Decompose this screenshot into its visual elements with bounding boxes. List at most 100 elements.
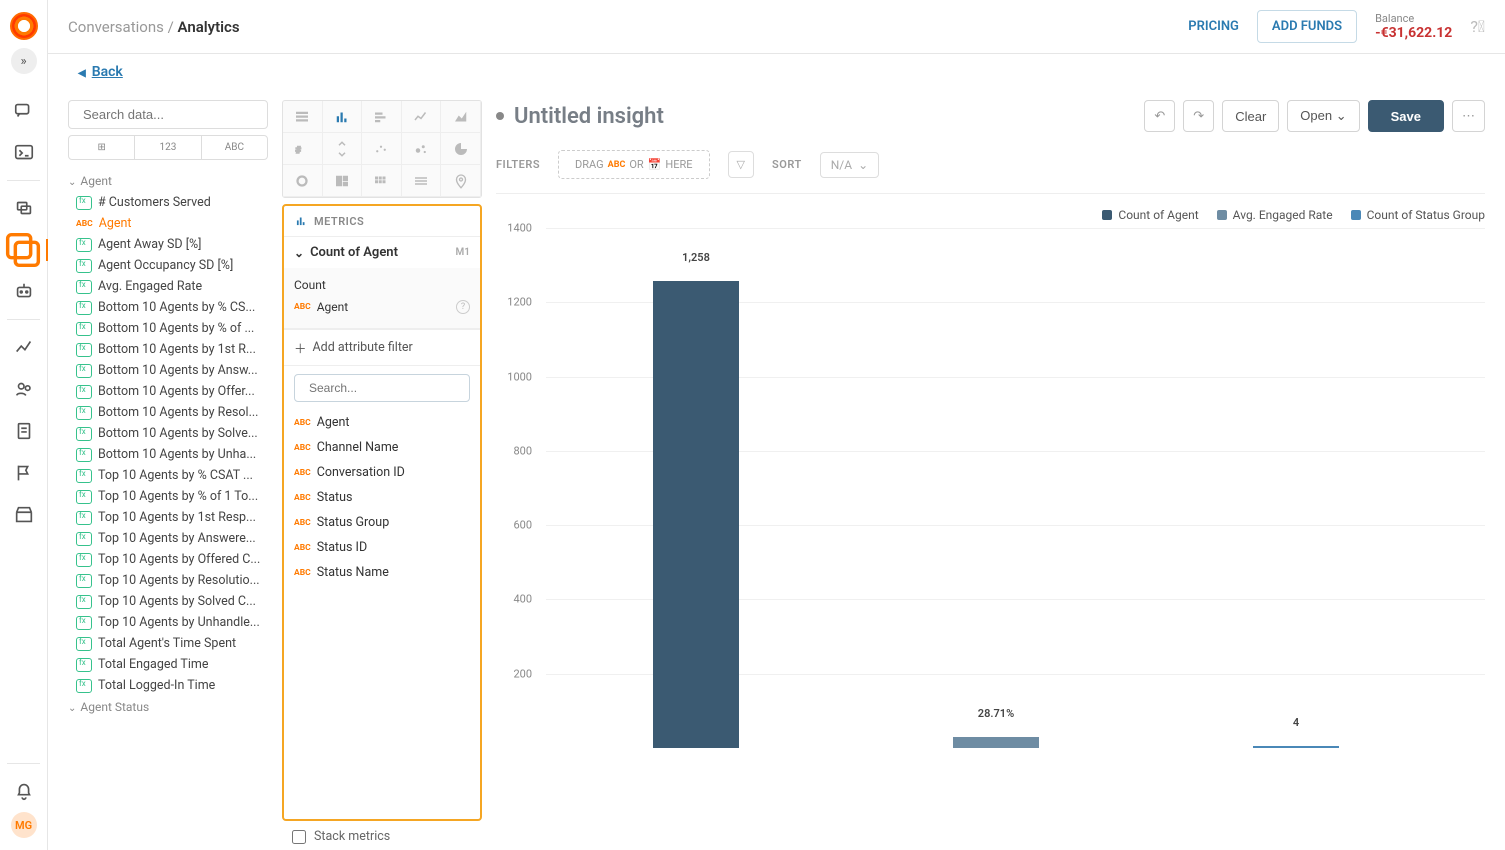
metric-expander[interactable]: ⌄ Count of Agent M1	[284, 237, 480, 268]
sidebar-expand-toggle[interactable]: »	[11, 48, 37, 74]
viz-heatmap-icon[interactable]	[362, 165, 402, 197]
metric-attribute[interactable]: ABC Agent ?	[294, 296, 470, 318]
nav-contacts-icon[interactable]	[13, 378, 35, 400]
attribute-item[interactable]: ABCConversation ID	[294, 460, 470, 485]
data-item[interactable]: Top 10 Agents by % CSAT ...	[68, 465, 268, 486]
nav-flag-icon[interactable]	[13, 462, 35, 484]
fn-icon	[76, 427, 92, 441]
data-item[interactable]: Bottom 10 Agents by % of ...	[68, 318, 268, 339]
nav-bot-icon[interactable]	[13, 281, 35, 303]
filter-icon[interactable]: ▽	[728, 151, 754, 178]
abc-icon: ABC	[294, 468, 311, 478]
attribute-item[interactable]: ABCChannel Name	[294, 435, 470, 460]
attribute-item[interactable]: ABCStatus Name	[294, 560, 470, 585]
attribute-item[interactable]: ABCAgent	[294, 410, 470, 435]
fn-icon	[76, 679, 92, 693]
help-icon[interactable]: ?⃝	[1470, 17, 1485, 36]
stack-metrics-checkbox[interactable]	[292, 830, 306, 844]
chart-bar[interactable]	[953, 737, 1039, 748]
viz-treemap-icon[interactable]	[323, 165, 363, 197]
viz-hbar-icon[interactable]	[362, 101, 402, 133]
viz-scatter-icon[interactable]	[362, 133, 402, 165]
data-group-header[interactable]: Agent	[68, 170, 268, 192]
attribute-search-input[interactable]	[309, 381, 464, 395]
save-button[interactable]: Save	[1368, 100, 1444, 132]
viz-donut-icon[interactable]	[283, 165, 323, 197]
notifications-icon[interactable]	[13, 780, 35, 802]
nav-notes-icon[interactable]	[13, 420, 35, 442]
type-tab-numeric[interactable]: 123	[135, 136, 201, 159]
attribute-item[interactable]: ABCStatus Group	[294, 510, 470, 535]
viz-bar-icon[interactable]	[323, 101, 363, 133]
y-tick: 1000	[507, 370, 532, 383]
viz-table-icon[interactable]	[283, 101, 323, 133]
back-link[interactable]: Back	[78, 64, 123, 80]
abc-icon: ABC	[294, 518, 311, 528]
more-button[interactable]: ⋯	[1452, 100, 1485, 132]
add-attribute-filter[interactable]: ＋ Add attribute filter	[284, 330, 480, 366]
data-item[interactable]: Bottom 10 Agents by Offer...	[68, 381, 268, 402]
viz-pie-icon[interactable]	[441, 133, 481, 165]
nav-broadcast-icon[interactable]	[13, 197, 35, 219]
open-button[interactable]: Open ⌄	[1287, 100, 1359, 132]
viz-line-icon[interactable]	[402, 101, 442, 133]
info-icon[interactable]: ?	[456, 300, 470, 314]
viz-column2-icon[interactable]	[323, 133, 363, 165]
type-tab-all[interactable]: ⊞	[69, 136, 135, 159]
data-item[interactable]: Top 10 Agents by Solved C...	[68, 591, 268, 612]
data-item[interactable]: ABCAgent	[68, 213, 268, 234]
nav-analytics-icon[interactable]	[13, 336, 35, 358]
attribute-item[interactable]: ABCStatus	[294, 485, 470, 510]
user-avatar[interactable]: MG	[11, 812, 37, 838]
chart-bar[interactable]	[653, 281, 739, 748]
data-search-input[interactable]	[83, 107, 259, 122]
data-item[interactable]: Avg. Engaged Rate	[68, 276, 268, 297]
data-item[interactable]: # Customers Served	[68, 192, 268, 213]
type-tab-text[interactable]: ABC	[202, 136, 267, 159]
data-item[interactable]: Bottom 10 Agents by Solve...	[68, 423, 268, 444]
stack-metrics-toggle[interactable]: Stack metrics	[282, 821, 482, 850]
data-item[interactable]: Top 10 Agents by % of 1 To...	[68, 486, 268, 507]
nav-store-icon[interactable]	[13, 504, 35, 526]
viz-area-icon[interactable]	[441, 101, 481, 133]
data-item[interactable]: Total Logged-In Time	[68, 675, 268, 696]
data-item[interactable]: Top 10 Agents by Unhandle...	[68, 612, 268, 633]
data-group-header[interactable]: Agent Status	[68, 696, 268, 718]
data-item[interactable]: Top 10 Agents by Resolutio...	[68, 570, 268, 591]
app-logo[interactable]	[10, 12, 38, 40]
attribute-item[interactable]: ABCStatus ID	[294, 535, 470, 560]
data-search[interactable]	[68, 100, 268, 129]
viz-bullet-icon[interactable]	[402, 165, 442, 197]
nav-terminal-icon[interactable]	[13, 142, 35, 164]
data-item[interactable]: Bottom 10 Agents by % CS...	[68, 297, 268, 318]
viz-geo-icon[interactable]	[441, 165, 481, 197]
data-item[interactable]: Agent Occupancy SD [%]	[68, 255, 268, 276]
clear-button[interactable]: Clear	[1222, 100, 1279, 132]
data-item[interactable]: Top 10 Agents by Offered C...	[68, 549, 268, 570]
redo-button[interactable]: ↷	[1183, 100, 1214, 132]
data-item[interactable]: Bottom 10 Agents by Resol...	[68, 402, 268, 423]
viz-kpi-icon[interactable]: #	[283, 133, 323, 165]
undo-button[interactable]: ↶	[1144, 100, 1175, 132]
data-item[interactable]: Agent Away SD [%]	[68, 234, 268, 255]
viz-bubble-icon[interactable]	[402, 133, 442, 165]
data-item[interactable]: Total Engaged Time	[68, 654, 268, 675]
data-item[interactable]: Bottom 10 Agents by Answ...	[68, 360, 268, 381]
chart-bar[interactable]	[1253, 746, 1339, 748]
nav-people-icon[interactable]	[0, 239, 48, 261]
data-item[interactable]: Bottom 10 Agents by 1st R...	[68, 339, 268, 360]
pricing-link[interactable]: PRICING	[1188, 19, 1239, 34]
add-funds-button[interactable]: ADD FUNDS	[1257, 10, 1357, 43]
filter-drop-zone[interactable]: DRAG ABC OR 📅 HERE	[558, 150, 710, 179]
sort-select[interactable]: N/A ⌄	[820, 152, 879, 178]
data-item[interactable]: Top 10 Agents by Answere...	[68, 528, 268, 549]
data-item[interactable]: Bottom 10 Agents by Unha...	[68, 444, 268, 465]
data-item[interactable]: Total Agent's Time Spent	[68, 633, 268, 654]
chevron-down-icon: ⌄	[294, 246, 304, 260]
insight-title[interactable]: Untitled insight	[514, 104, 664, 129]
fn-icon	[76, 469, 92, 483]
attribute-search[interactable]	[294, 374, 470, 402]
unsaved-dot-icon	[496, 112, 504, 120]
nav-conversations-icon[interactable]	[13, 100, 35, 122]
data-item[interactable]: Top 10 Agents by 1st Resp...	[68, 507, 268, 528]
